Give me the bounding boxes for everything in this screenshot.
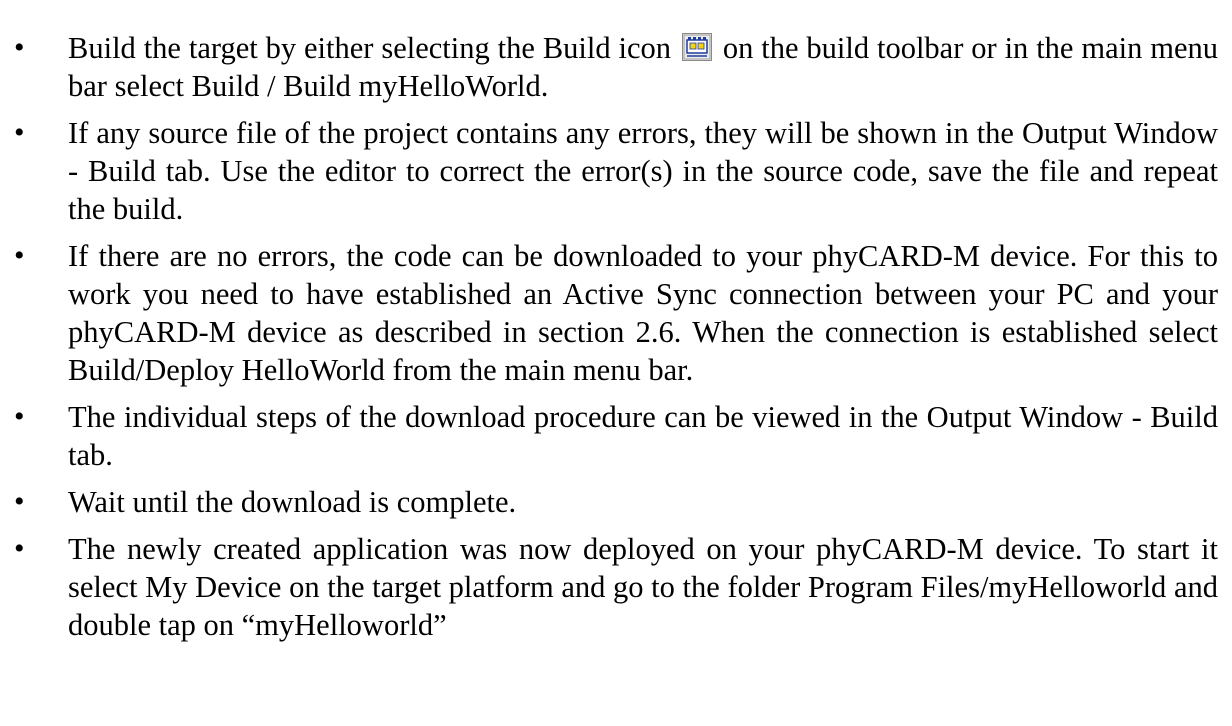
bullet-1-text-before-icon: Build the target by either selecting the… xyxy=(68,31,672,65)
list-item-errors: • If any source file of the project cont… xyxy=(0,114,1232,228)
bullet-glyph: • xyxy=(14,116,25,149)
bullet-glyph: • xyxy=(14,239,25,272)
list-item-build-target: • Build the target by either selecting t… xyxy=(0,29,1232,105)
bullet-5-text: Wait until the download is complete. xyxy=(68,485,517,519)
bullet-glyph: • xyxy=(14,31,25,64)
document-page: • Build the target by either selecting t… xyxy=(0,0,1232,726)
instruction-list: • Build the target by either selecting t… xyxy=(0,29,1232,653)
bullet-2-text: If any source file of the project contai… xyxy=(68,116,1218,226)
list-item-wait: • Wait until the download is complete. xyxy=(0,483,1232,521)
bullet-3-text: If there are no errors, the code can be … xyxy=(68,239,1218,387)
list-item-download: • If there are no errors, the code can b… xyxy=(0,237,1232,389)
bullet-4-text: The individual steps of the download pro… xyxy=(68,400,1218,472)
bullet-glyph: • xyxy=(14,532,25,565)
build-icon xyxy=(681,33,712,61)
list-item-deployed: • The newly created application was now … xyxy=(0,530,1232,644)
bullet-glyph: • xyxy=(14,485,25,518)
cut-off-heading xyxy=(0,0,1232,8)
list-item-output-window: • The individual steps of the download p… xyxy=(0,398,1232,474)
bullet-glyph: • xyxy=(14,400,25,433)
bullet-6-text: The newly created application was now de… xyxy=(68,532,1218,642)
